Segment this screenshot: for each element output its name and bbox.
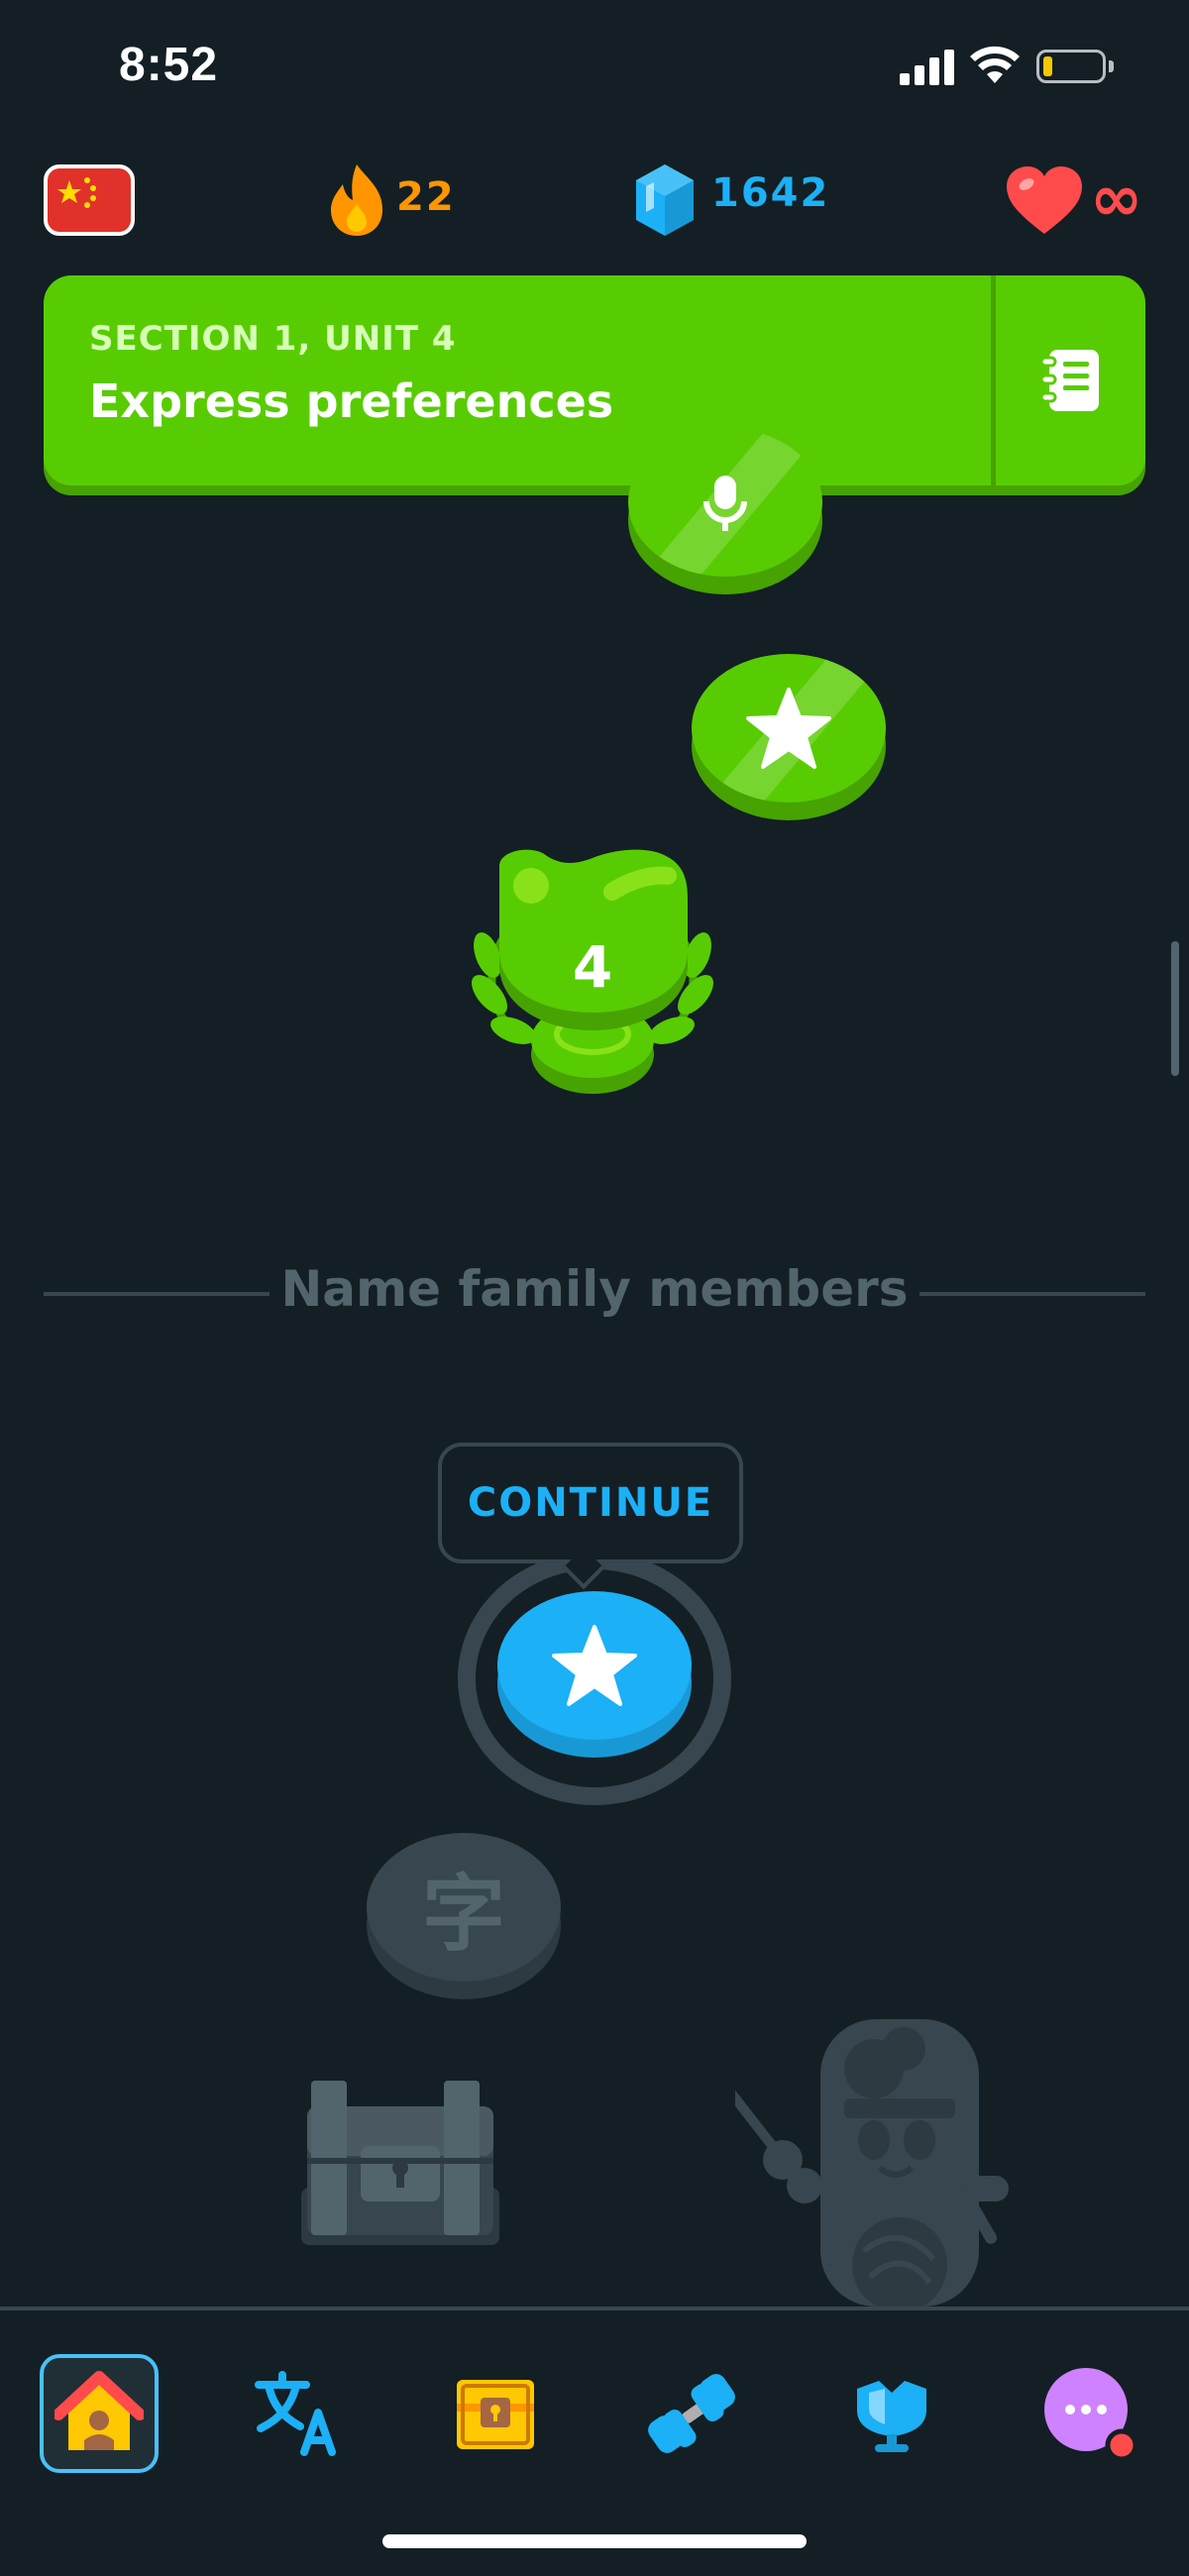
star-icon	[692, 654, 886, 803]
home-indicator	[382, 2534, 807, 2548]
dumbbell-icon	[648, 2374, 735, 2453]
wifi-icon	[970, 46, 1020, 83]
scrollbar[interactable]	[1171, 941, 1179, 1076]
china-flag-icon	[57, 177, 96, 208]
shield-icon	[857, 2381, 926, 2452]
notebook-icon	[1039, 350, 1099, 411]
character-illustration-icon	[735, 2019, 1009, 2310]
section-header[interactable]: SECTION 1, UNIT 4 Express preferences	[44, 275, 1145, 485]
battery-icon	[1036, 50, 1106, 83]
streak-flame-icon[interactable]	[321, 161, 392, 240]
nav-quests[interactable]	[436, 2354, 555, 2473]
translate-icon	[255, 2371, 336, 2456]
streak-count[interactable]: 22	[396, 174, 456, 220]
nav-leaderboards[interactable]	[832, 2354, 951, 2473]
hearts-count[interactable]: ∞	[1090, 162, 1142, 236]
divider-line-right	[919, 1292, 1145, 1296]
home-icon	[54, 2371, 144, 2450]
microphone-icon	[628, 428, 822, 577]
character-label: 字	[421, 1865, 505, 1963]
lesson-node-star-completed[interactable]	[692, 654, 886, 820]
current-lesson-node[interactable]	[497, 1591, 692, 1758]
section-title: Express preferences	[89, 375, 614, 428]
lesson-node-completed[interactable]	[628, 428, 822, 594]
treasure-chest-icon	[457, 2380, 534, 2449]
heart-icon[interactable]	[1005, 164, 1084, 236]
course-flag-button[interactable]	[44, 164, 135, 236]
nav-learn[interactable]	[40, 2354, 159, 2473]
more-icon	[1044, 2368, 1138, 2462]
nav-characters[interactable]	[238, 2354, 357, 2473]
star-icon	[497, 1591, 692, 1740]
nav-practice[interactable]	[634, 2354, 753, 2473]
trophy-number: 4	[572, 933, 613, 1001]
status-time: 8:52	[119, 39, 219, 91]
gem-count[interactable]: 1642	[711, 170, 829, 216]
gem-icon[interactable]	[634, 162, 696, 238]
nav-more[interactable]	[1030, 2354, 1149, 2473]
unit-trophy[interactable]: 4	[444, 846, 741, 1104]
continue-button[interactable]: CONTINUE	[438, 1443, 743, 1563]
cellular-signal-icon	[900, 50, 955, 85]
locked-chest-icon[interactable]	[297, 2077, 503, 2249]
unit-divider-title: Name family members	[280, 1260, 909, 1318]
guidebook-button[interactable]	[996, 275, 1145, 485]
locked-character-node[interactable]: 字	[367, 1833, 561, 1999]
section-label: SECTION 1, UNIT 4	[89, 319, 457, 359]
